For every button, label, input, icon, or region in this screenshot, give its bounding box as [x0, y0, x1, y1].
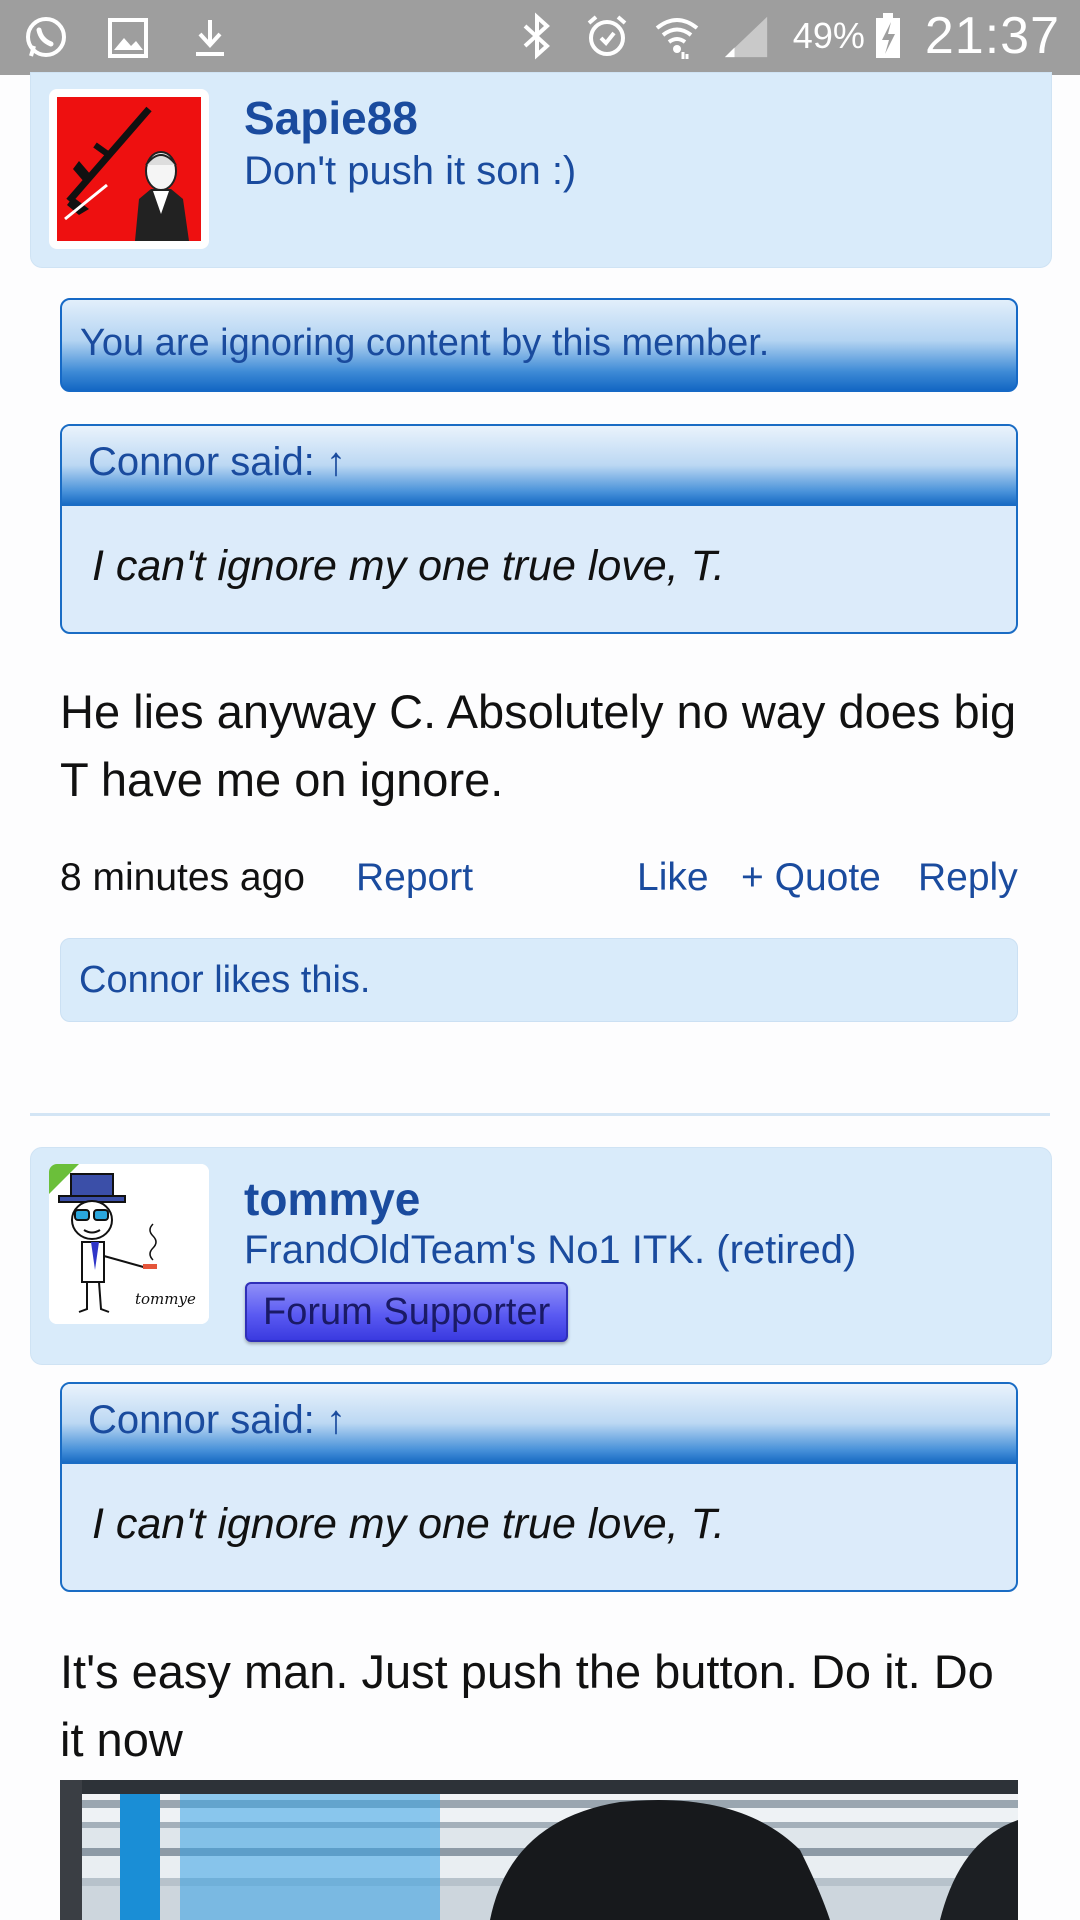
forum-supporter-badge: Forum Supporter	[245, 1282, 569, 1342]
quote-block: Connor said: ↑ I can't ignore my one tru…	[60, 1382, 1018, 1592]
likes-summary: Connor likes this.	[60, 938, 1018, 1022]
post-meta-bar: 8 minutes ago Report Like + Quote Reply	[60, 856, 1018, 916]
avatar[interactable]	[49, 89, 209, 249]
wifi-icon	[653, 12, 701, 60]
quote-block: Connor said: ↑ I can't ignore my one tru…	[60, 424, 1018, 634]
gallery-icon	[104, 14, 152, 62]
likes-summary-text[interactable]: Connor likes this.	[79, 959, 370, 1002]
quote-body: I can't ignore my one true love, T.	[62, 506, 1016, 632]
quote-text: I can't ignore my one true love, T.	[92, 542, 725, 590]
quote-attribution[interactable]: Connor said: ↑	[88, 440, 346, 485]
avatar[interactable]: tommye	[49, 1164, 209, 1324]
post-message: He lies anyway C. Absolutely no way does…	[60, 685, 1017, 806]
post-image[interactable]	[60, 1780, 1018, 1920]
username[interactable]: Sapie88	[244, 91, 418, 145]
report-link[interactable]: Report	[356, 856, 473, 900]
quote-header[interactable]: Connor said: ↑	[62, 426, 1016, 506]
quote-link[interactable]: + Quote	[741, 856, 881, 900]
ignored-content-text: You are ignoring content by this member.	[80, 322, 770, 364]
quote-text: I can't ignore my one true love, T.	[92, 1500, 725, 1548]
post-author-card: tommye tommye FrandOldTeam's No1 ITK. (r…	[30, 1147, 1052, 1365]
battery-percent: 49%	[792, 15, 865, 56]
post-message: It's easy man. Just push the button. Do …	[60, 1645, 994, 1766]
quote-attribution[interactable]: Connor said: ↑	[88, 1398, 346, 1443]
signal-icon	[723, 12, 771, 60]
clock: 21:37	[924, 7, 1060, 65]
user-title: FrandOldTeam's No1 ITK. (retired)	[244, 1228, 857, 1272]
quote-header[interactable]: Connor said: ↑	[62, 1384, 1016, 1464]
post-time[interactable]: 8 minutes ago	[60, 856, 305, 900]
post-divider	[30, 1113, 1050, 1116]
user-title: Don't push it son :)	[244, 149, 577, 193]
reply-link[interactable]: Reply	[918, 856, 1018, 900]
avatar-signature: tommye	[135, 1290, 196, 1308]
bluetooth-icon	[513, 12, 561, 60]
alarm-icon	[583, 12, 631, 60]
post-author-card: Sapie88 Don't push it son :)	[30, 72, 1052, 268]
whatsapp-icon	[22, 14, 70, 62]
like-link[interactable]: Like	[637, 856, 709, 900]
quote-body: I can't ignore my one true love, T.	[62, 1464, 1016, 1590]
status-bar: 49% 21:37	[0, 0, 1080, 75]
username[interactable]: tommye	[244, 1172, 420, 1226]
download-icon	[186, 14, 234, 62]
ignored-content-notice[interactable]: You are ignoring content by this member.	[60, 298, 1018, 392]
battery-charging-icon	[873, 12, 903, 60]
